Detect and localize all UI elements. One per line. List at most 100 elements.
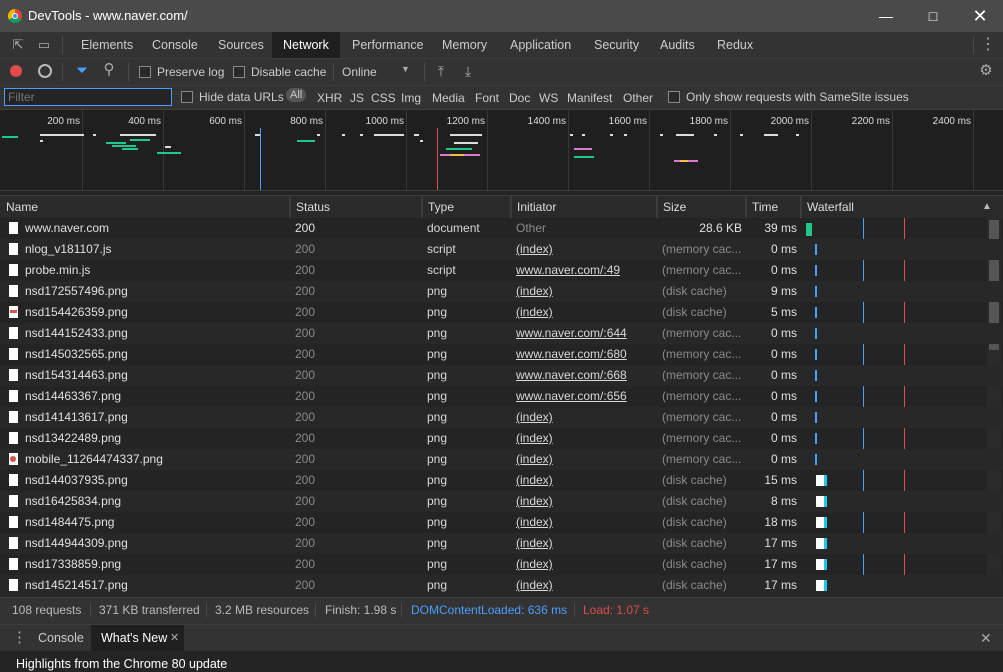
filter-icon[interactable]: ⏷ (74, 63, 90, 79)
column-header-size[interactable]: Size (657, 196, 746, 218)
tab-memory[interactable]: Memory (431, 32, 498, 58)
minimize-button[interactable]: — (863, 0, 909, 32)
drawer-tab-whats-new[interactable]: What's New ✕ (91, 625, 184, 651)
overview-bar (582, 134, 585, 136)
hide-data-urls-checkbox[interactable] (181, 91, 193, 103)
table-row[interactable]: nsd14463367.png 200 png www.naver.com/:656 (… (0, 386, 1003, 407)
request-initiator[interactable]: (index) (516, 428, 654, 449)
filter-type-img[interactable]: Img (401, 91, 421, 105)
clear-icon[interactable] (38, 64, 52, 78)
request-initiator[interactable]: (index) (516, 407, 654, 428)
filter-type-xhr[interactable]: XHR (317, 91, 342, 105)
overview-bar (40, 134, 84, 136)
record-icon[interactable] (10, 65, 22, 77)
request-initiator[interactable]: www.naver.com/:49 (516, 260, 654, 281)
request-initiator[interactable]: (index) (516, 470, 654, 491)
request-initiator[interactable]: www.naver.com/:668 (516, 365, 654, 386)
tab-security[interactable]: Security (583, 32, 650, 58)
filter-type-css[interactable]: CSS (371, 91, 396, 105)
table-row[interactable]: nsd144037935.png 200 png (index) (disk cache… (0, 470, 1003, 491)
drawer-tab-console[interactable]: Console (38, 625, 84, 651)
table-row[interactable]: nsd13422489.png 200 png (index) (memory cac.… (0, 428, 1003, 449)
preserve-log-checkbox[interactable] (139, 66, 151, 78)
column-header-status[interactable]: Status (290, 196, 422, 218)
table-row[interactable]: nsd154426359.png 200 png (index) (disk cache… (0, 302, 1003, 323)
overview-bar (570, 134, 573, 136)
table-row[interactable]: nsd144944309.png 200 png (index) (disk cache… (0, 533, 1003, 554)
filter-type-font[interactable]: Font (475, 91, 499, 105)
table-row[interactable]: nsd172557496.png 200 png (index) (disk cache… (0, 281, 1003, 302)
request-initiator[interactable]: (index) (516, 239, 654, 260)
tab-application[interactable]: Application (499, 32, 582, 58)
request-initiator[interactable]: (index) (516, 302, 654, 323)
request-initiator[interactable]: (index) (516, 281, 654, 302)
table-row[interactable]: nsd16425834.png 200 png (index) (disk cache)… (0, 491, 1003, 512)
table-row[interactable]: nsd1484475.png 200 png (index) (disk cache) 1… (0, 512, 1003, 533)
request-initiator[interactable]: (index) (516, 512, 654, 533)
request-initiator[interactable]: www.naver.com/:644 (516, 323, 654, 344)
column-header-time[interactable]: Time (746, 196, 801, 218)
close-drawer-icon[interactable]: ✕ (980, 625, 992, 651)
tab-audits[interactable]: Audits (649, 32, 706, 58)
request-size: (memory cac... (662, 368, 742, 382)
request-initiator[interactable]: (index) (516, 533, 654, 554)
document-file-icon (9, 264, 18, 276)
request-initiator[interactable]: (index) (516, 554, 654, 575)
overview-bar (796, 134, 799, 136)
close-window-button[interactable]: ✕ (957, 0, 1003, 32)
table-row[interactable]: nsd145032565.png 200 png www.naver.com/:680… (0, 344, 1003, 365)
filter-type-other[interactable]: Other (623, 91, 653, 105)
inspect-element-icon[interactable]: ⇱ (10, 37, 26, 53)
sort-ascending-icon[interactable]: ▲ (982, 196, 992, 218)
filter-type-ws[interactable]: WS (539, 91, 558, 105)
filter-type-js[interactable]: JS (350, 91, 364, 105)
column-header-name[interactable]: Name (0, 196, 290, 218)
table-row[interactable]: nsd17338859.png 200 png (index) (disk cache)… (0, 554, 1003, 575)
tab-console[interactable]: Console (141, 32, 209, 58)
table-row[interactable]: www.naver.com 200 document Other 28.6 KB 39 m… (0, 218, 1003, 239)
filter-input[interactable] (4, 88, 172, 106)
filter-type-all[interactable]: All (286, 88, 307, 102)
disable-cache-checkbox[interactable] (233, 66, 245, 78)
tab-sources[interactable]: Sources (207, 32, 275, 58)
filter-type-manifest[interactable]: Manifest (567, 91, 612, 105)
network-overview[interactable]: 200 ms 400 ms 600 ms 800 ms 1000 ms 1200… (0, 110, 1003, 191)
samesite-checkbox[interactable] (668, 91, 680, 103)
device-toolbar-icon[interactable]: ▭ (36, 37, 52, 53)
throttling-select[interactable]: Online (342, 65, 377, 79)
request-initiator[interactable]: (index) (516, 449, 654, 470)
timeline-gridline (406, 110, 407, 190)
chevron-down-icon[interactable]: ▼ (401, 64, 410, 74)
overview-bar (676, 134, 694, 136)
table-row[interactable]: nsd141413617.png 200 png (index) (memory cac… (0, 407, 1003, 428)
drawer-menu-icon[interactable]: ⋮ (12, 625, 27, 651)
more-options-icon[interactable]: ⋮ (980, 37, 996, 53)
tab-redux[interactable]: Redux (706, 32, 764, 58)
network-settings-gear-icon[interactable]: ⚙ (978, 63, 994, 79)
column-header-type[interactable]: Type (422, 196, 511, 218)
filter-type-media[interactable]: Media (432, 91, 465, 105)
column-header-initiator[interactable]: Initiator (511, 196, 657, 218)
request-initiator[interactable]: (index) (516, 575, 654, 596)
request-status: 200 (295, 284, 316, 298)
table-row[interactable]: mobile_11264474337.png 200 png (index) (memo… (0, 449, 1003, 470)
table-row[interactable]: nsd144152433.png 200 png www.naver.com/:644… (0, 323, 1003, 344)
column-header-waterfall[interactable]: Waterfall (801, 196, 986, 218)
table-row[interactable]: nsd145214517.png 200 png (index) (disk cache… (0, 575, 1003, 596)
search-icon[interactable]: ⚲ (101, 62, 117, 78)
tab-performance[interactable]: Performance (341, 32, 435, 58)
table-row[interactable]: probe.min.js 200 script www.naver.com/:49 (m… (0, 260, 1003, 281)
request-size: (memory cac... (662, 410, 742, 424)
request-initiator[interactable]: (index) (516, 491, 654, 512)
filter-type-doc[interactable]: Doc (509, 91, 530, 105)
request-initiator[interactable]: www.naver.com/:680 (516, 344, 654, 365)
close-tab-icon[interactable]: ✕ (170, 625, 179, 651)
table-row[interactable]: nlog_v181107.js 200 script (index) (memory c… (0, 239, 1003, 260)
maximize-button[interactable]: □ (910, 0, 956, 32)
tab-elements[interactable]: Elements (70, 32, 144, 58)
tab-network[interactable]: Network (272, 32, 340, 58)
request-initiator[interactable]: www.naver.com/:656 (516, 386, 654, 407)
export-har-icon[interactable]: ⤓ (460, 63, 476, 79)
table-row[interactable]: nsd154314463.png 200 png www.naver.com/:668… (0, 365, 1003, 386)
import-har-icon[interactable]: ⤒ (433, 63, 449, 79)
